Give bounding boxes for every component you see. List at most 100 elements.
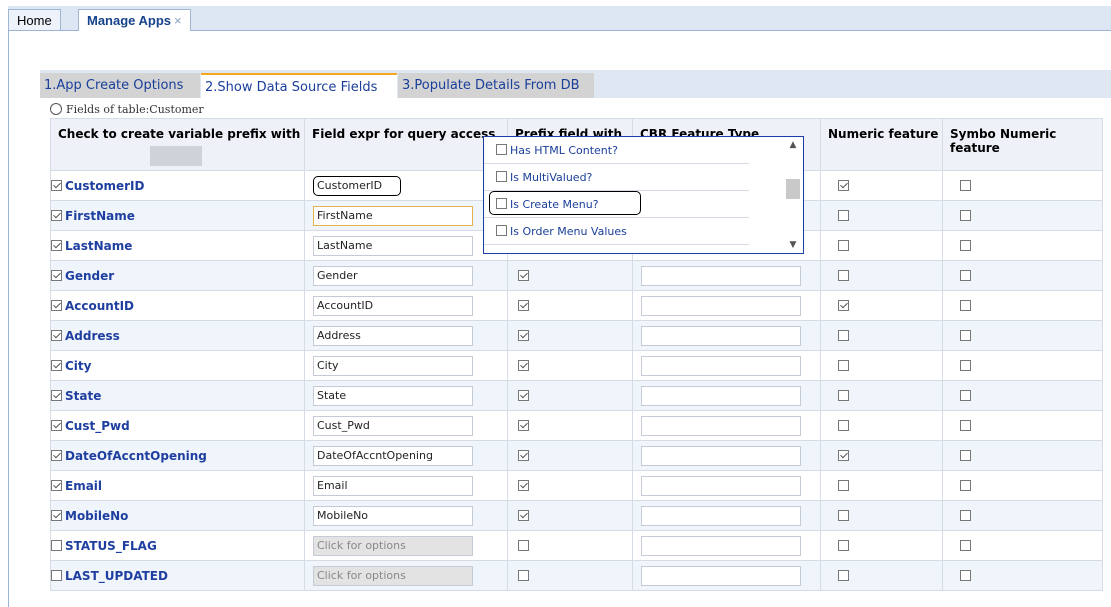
field-expr-input[interactable]: City — [313, 355, 473, 376]
symbo-numeric-checkbox[interactable] — [960, 479, 971, 491]
cbr-feature-type-input[interactable] — [641, 505, 801, 526]
prefix-checkbox[interactable] — [518, 509, 529, 521]
field-expr-input[interactable]: Address — [313, 325, 473, 346]
numeric-feature-checkbox[interactable] — [838, 509, 849, 521]
tab-home[interactable]: Home — [8, 9, 61, 30]
cbr-feature-type-input[interactable] — [641, 445, 801, 466]
field-select-checkbox[interactable] — [51, 569, 62, 581]
prefix-checkbox[interactable] — [518, 329, 529, 341]
symbo-numeric-checkbox[interactable] — [960, 389, 971, 401]
field-expr-input[interactable]: DateOfAccntOpening — [313, 445, 473, 466]
symbo-numeric-checkbox[interactable] — [960, 329, 971, 341]
numeric-feature-checkbox[interactable] — [838, 359, 849, 371]
symbo-numeric-checkbox[interactable] — [960, 419, 971, 431]
cbr-feature-type-input[interactable] — [641, 295, 801, 316]
field-select-checkbox[interactable] — [51, 509, 62, 521]
cbr-feature-type-input[interactable] — [641, 565, 801, 586]
numeric-feature-checkbox[interactable] — [838, 479, 849, 491]
refresh-icon[interactable] — [50, 103, 62, 115]
field-expr-input[interactable]: FirstName — [313, 205, 473, 226]
prefix-checkbox[interactable] — [518, 569, 529, 581]
step-app-create-options[interactable]: 1.App Create Options — [40, 73, 200, 98]
field-expr-input[interactable]: CustomerID — [313, 175, 401, 196]
header-select-box[interactable] — [150, 146, 202, 166]
popup-scrollbar[interactable]: ▲ ▼ — [785, 139, 801, 251]
field-expr-input[interactable]: Click for options — [313, 565, 473, 586]
symbo-numeric-checkbox[interactable] — [960, 359, 971, 371]
cbr-feature-type-input[interactable] — [641, 415, 801, 436]
field-select-checkbox[interactable] — [51, 449, 62, 461]
cbr-feature-type-input[interactable] — [641, 265, 801, 286]
symbo-numeric-checkbox[interactable] — [960, 449, 971, 461]
prefix-checkbox[interactable] — [518, 419, 529, 431]
option-is-multivalued[interactable]: Is MultiValued? — [484, 164, 749, 191]
prefix-checkbox[interactable] — [518, 449, 529, 461]
prefix-checkbox[interactable] — [518, 299, 529, 311]
numeric-feature-checkbox[interactable] — [838, 269, 849, 281]
field-select-checkbox[interactable] — [51, 239, 62, 251]
step-populate-details[interactable]: 3.Populate Details From DB — [398, 73, 594, 98]
checkbox-icon[interactable] — [496, 144, 507, 155]
scroll-down-icon[interactable]: ▼ — [785, 239, 801, 251]
field-expr-input[interactable]: LastName — [313, 235, 473, 256]
checkbox-icon[interactable] — [496, 225, 507, 236]
cbr-feature-type-input[interactable] — [641, 355, 801, 376]
field-select-checkbox[interactable] — [51, 359, 62, 371]
cbr-feature-type-input[interactable] — [641, 535, 801, 556]
field-expr-input[interactable]: Email — [313, 475, 473, 496]
cbr-feature-type-input[interactable] — [641, 325, 801, 346]
field-select-checkbox[interactable] — [51, 269, 62, 281]
field-select-checkbox[interactable] — [51, 389, 62, 401]
checkbox-icon[interactable] — [496, 171, 507, 182]
field-expr-input[interactable]: Click for options — [313, 535, 473, 556]
field-select-checkbox[interactable] — [51, 209, 62, 221]
symbo-numeric-checkbox[interactable] — [960, 509, 971, 521]
numeric-feature-checkbox[interactable] — [838, 329, 849, 341]
column-header-symbo-numeric: Symbo Numeric feature — [942, 118, 1103, 171]
numeric-cell — [820, 380, 943, 411]
field-select-checkbox[interactable] — [51, 479, 62, 491]
option-has-html-content[interactable]: Has HTML Content? — [484, 137, 749, 164]
numeric-feature-checkbox[interactable] — [838, 569, 849, 581]
numeric-feature-checkbox[interactable] — [838, 389, 849, 401]
symbo-numeric-checkbox[interactable] — [960, 539, 971, 551]
numeric-feature-checkbox[interactable] — [838, 419, 849, 431]
numeric-feature-checkbox[interactable] — [838, 209, 849, 221]
prefix-checkbox[interactable] — [518, 539, 529, 551]
field-select-checkbox[interactable] — [51, 419, 62, 431]
numeric-feature-checkbox[interactable] — [838, 299, 849, 311]
prefix-checkbox[interactable] — [518, 479, 529, 491]
prefix-checkbox[interactable] — [518, 389, 529, 401]
symbo-numeric-checkbox[interactable] — [960, 569, 971, 581]
symbo-numeric-checkbox[interactable] — [960, 209, 971, 221]
numeric-feature-checkbox[interactable] — [838, 179, 849, 191]
field-expr-input[interactable]: State — [313, 385, 473, 406]
field-expr-input[interactable]: Gender — [313, 265, 473, 286]
table-row: AccountID AccountID — [50, 290, 1103, 321]
prefix-checkbox[interactable] — [518, 359, 529, 371]
field-select-checkbox[interactable] — [51, 329, 62, 341]
numeric-feature-checkbox[interactable] — [838, 449, 849, 461]
prefix-checkbox[interactable] — [518, 269, 529, 281]
numeric-feature-checkbox[interactable] — [838, 539, 849, 551]
field-expr-input[interactable]: MobileNo — [313, 505, 473, 526]
cbr-feature-type-input[interactable] — [641, 385, 801, 406]
scroll-up-icon[interactable]: ▲ — [785, 139, 801, 151]
option-is-order-menu-values[interactable]: Is Order Menu Values — [484, 218, 749, 245]
feature-options-popup[interactable]: Has HTML Content? Is MultiValued? Is Cre… — [483, 136, 804, 254]
symbo-numeric-checkbox[interactable] — [960, 239, 971, 251]
field-expr-input[interactable]: AccountID — [313, 295, 473, 316]
close-icon[interactable]: × — [174, 13, 182, 28]
symbo-numeric-checkbox[interactable] — [960, 269, 971, 281]
field-select-checkbox[interactable] — [51, 179, 62, 191]
cbr-feature-type-input[interactable] — [641, 475, 801, 496]
symbo-numeric-checkbox[interactable] — [960, 299, 971, 311]
step-show-data-source-fields[interactable]: 2.Show Data Source Fields — [201, 73, 397, 98]
symbo-numeric-checkbox[interactable] — [960, 179, 971, 191]
field-expr-input[interactable]: Cust_Pwd — [313, 415, 473, 436]
scrollbar-thumb[interactable] — [786, 179, 800, 199]
field-select-checkbox[interactable] — [51, 539, 62, 551]
field-select-checkbox[interactable] — [51, 299, 62, 311]
tab-manage-apps[interactable]: Manage Apps × — [78, 9, 191, 31]
numeric-feature-checkbox[interactable] — [838, 239, 849, 251]
